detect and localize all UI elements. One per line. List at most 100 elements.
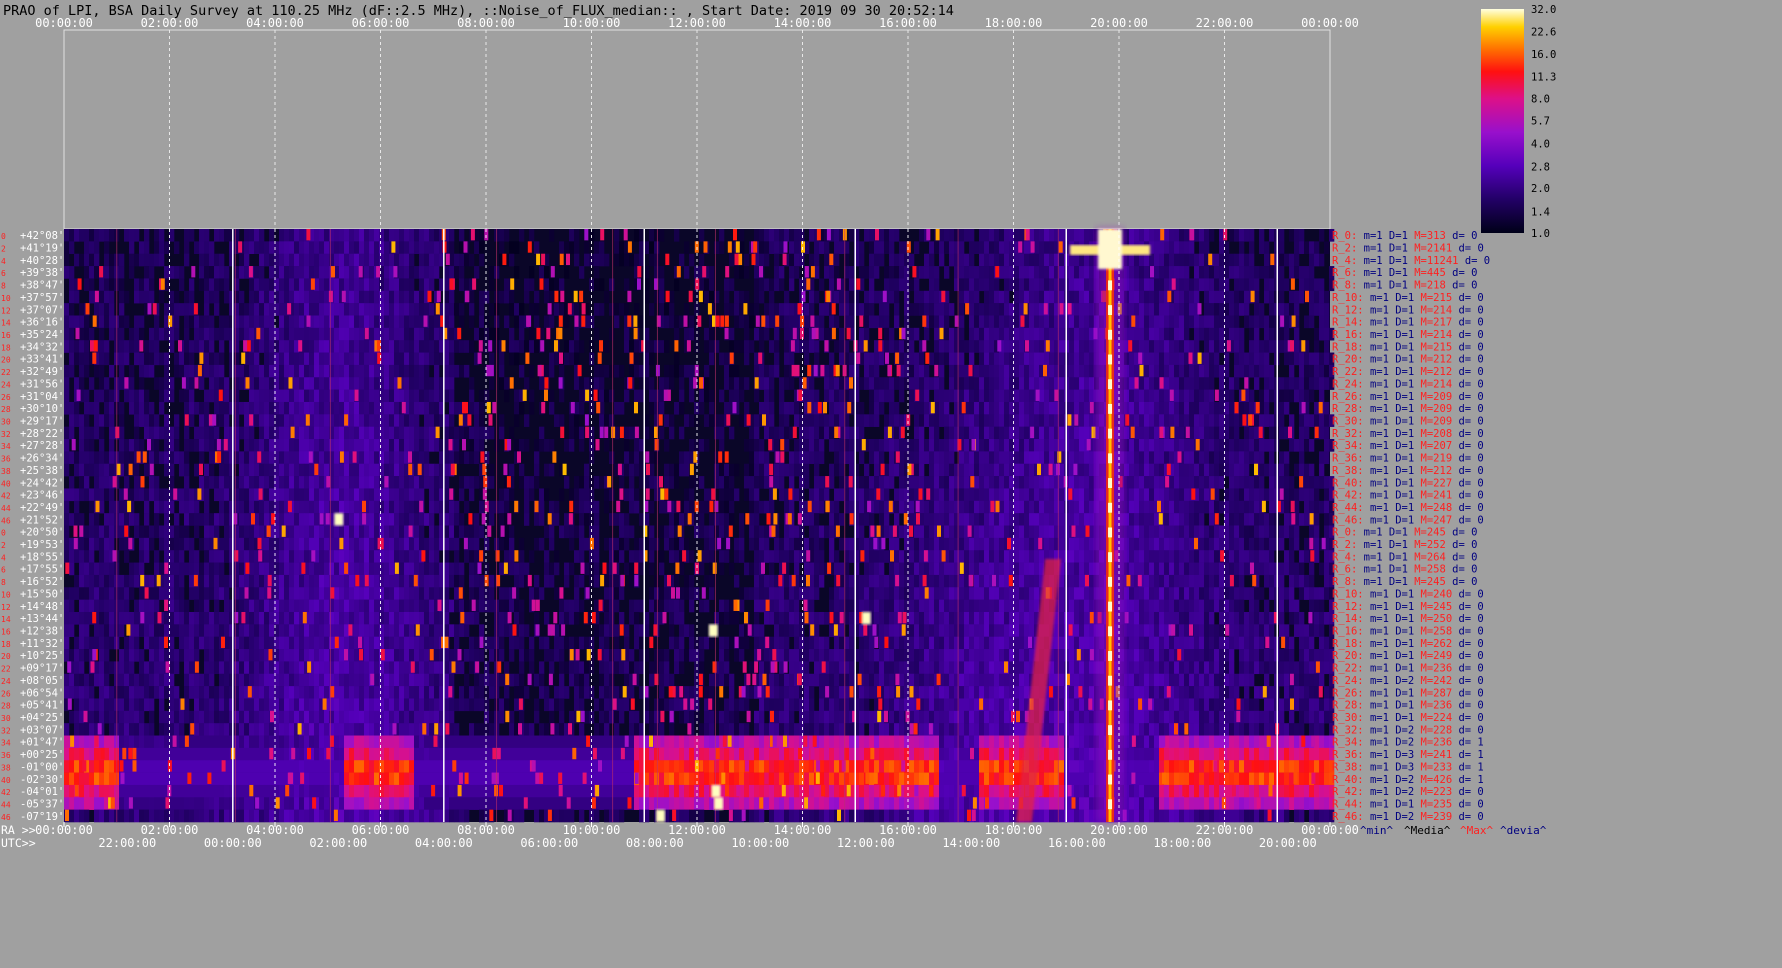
heatmap-cell <box>1264 340 1270 353</box>
heatmap-cell <box>1089 278 1095 292</box>
heatmap-cell <box>64 525 70 539</box>
heatmap-cell <box>654 389 660 403</box>
heatmap-cell <box>1164 327 1170 341</box>
heatmap-cell <box>144 500 150 514</box>
heatmap-cell <box>209 327 215 341</box>
heatmap-cell <box>209 513 215 526</box>
heatmap-cell <box>454 303 460 316</box>
heatmap-cell <box>304 352 310 366</box>
heatmap-cell <box>349 327 355 341</box>
heatmap-cell <box>994 525 1000 539</box>
heatmap-cell <box>924 414 930 427</box>
heatmap-cell <box>254 500 260 514</box>
heatmap-cell <box>894 414 900 427</box>
heatmap-cell <box>304 377 310 390</box>
heatmap-cell <box>599 377 605 390</box>
heatmap-cell <box>864 315 870 329</box>
heatmap-cell <box>1289 253 1295 267</box>
heatmap-cell <box>964 290 970 304</box>
heatmap-cell <box>909 513 915 526</box>
heatmap-cell <box>1239 488 1245 502</box>
heatmap-cell <box>624 340 630 353</box>
heatmap-cell <box>779 315 785 329</box>
heatmap-cell <box>499 500 505 514</box>
heatmap-cell <box>64 253 70 267</box>
heatmap-cell <box>979 500 985 514</box>
heatmap-cell <box>129 389 135 403</box>
heatmap-cell <box>1149 513 1155 526</box>
heatmap-cell <box>909 451 915 465</box>
heatmap-cell <box>719 439 725 452</box>
heatmap-cell <box>1004 401 1010 415</box>
heatmap-cell <box>1304 278 1310 292</box>
heatmap-cell <box>514 315 520 329</box>
heatmap-cell <box>279 253 285 267</box>
heatmap-cell <box>1279 377 1285 390</box>
heatmap-cell <box>379 476 385 489</box>
heatmap-cell <box>409 340 415 353</box>
heatmap-cell <box>84 525 90 539</box>
heatmap-cell <box>74 500 80 514</box>
heatmap-cell <box>449 364 455 378</box>
heatmap-cell <box>249 241 255 254</box>
heatmap-cell <box>159 488 165 502</box>
heatmap-cell <box>919 414 925 427</box>
heatmap-cell <box>1264 266 1270 279</box>
heatmap-cell <box>1029 266 1035 279</box>
heatmap-cell <box>1149 426 1155 440</box>
heatmap-cell <box>1259 266 1265 279</box>
heatmap-cell <box>1229 229 1235 242</box>
heatmap-cell <box>809 513 815 526</box>
heatmap-cell <box>279 401 285 415</box>
heatmap-cell <box>189 364 195 378</box>
heatmap-cell <box>1044 241 1050 254</box>
heatmap-cell <box>324 463 330 477</box>
heatmap-cell <box>879 513 885 526</box>
heatmap-cell <box>1039 253 1045 267</box>
heatmap-cell <box>344 401 350 415</box>
heatmap-cell <box>334 278 340 292</box>
heatmap-cell <box>384 278 390 292</box>
heatmap-cell <box>464 525 470 539</box>
heatmap-cell <box>214 513 220 526</box>
heatmap-cell <box>934 414 940 427</box>
heatmap-cell <box>289 488 295 502</box>
heatmap-cell <box>344 352 350 366</box>
heatmap-cell <box>299 266 305 279</box>
heatmap-cell <box>84 315 90 329</box>
heatmap-cell <box>64 266 70 279</box>
heatmap-cell <box>969 414 975 427</box>
heatmap-cell <box>204 229 210 242</box>
heatmap-cell <box>939 488 945 502</box>
heatmap-cell <box>329 253 335 267</box>
heatmap-cell <box>729 364 735 378</box>
heatmap-cell <box>554 414 560 427</box>
heatmap-cell <box>899 389 905 403</box>
heatmap-cell <box>529 266 535 279</box>
heatmap-cell <box>1069 439 1075 452</box>
heatmap-cell <box>949 253 955 267</box>
heatmap-cell <box>999 389 1005 403</box>
heatmap-cell <box>119 290 125 304</box>
heatmap-cell <box>304 241 310 254</box>
heatmap-cell <box>1199 327 1205 341</box>
heatmap-cell <box>964 253 970 267</box>
heatmap-cell <box>109 414 115 427</box>
heatmap-cell <box>1029 229 1035 242</box>
heatmap-cell <box>104 253 110 267</box>
heatmap-cell <box>1209 315 1215 329</box>
heatmap-cell <box>284 229 290 242</box>
heatmap-cell <box>89 439 95 452</box>
heatmap-cell <box>614 303 620 316</box>
heatmap-cell <box>464 500 470 514</box>
heatmap-cell <box>259 253 265 267</box>
heatmap-cell <box>1174 513 1180 526</box>
heatmap-cell <box>244 500 250 514</box>
heatmap-cell <box>999 451 1005 465</box>
heatmap-cell <box>864 364 870 378</box>
heatmap-cell <box>1254 500 1260 514</box>
heatmap-cell <box>1294 327 1300 341</box>
heatmap-cell <box>219 476 225 489</box>
heatmap-cell <box>819 327 825 341</box>
heatmap-cell <box>1049 401 1055 415</box>
